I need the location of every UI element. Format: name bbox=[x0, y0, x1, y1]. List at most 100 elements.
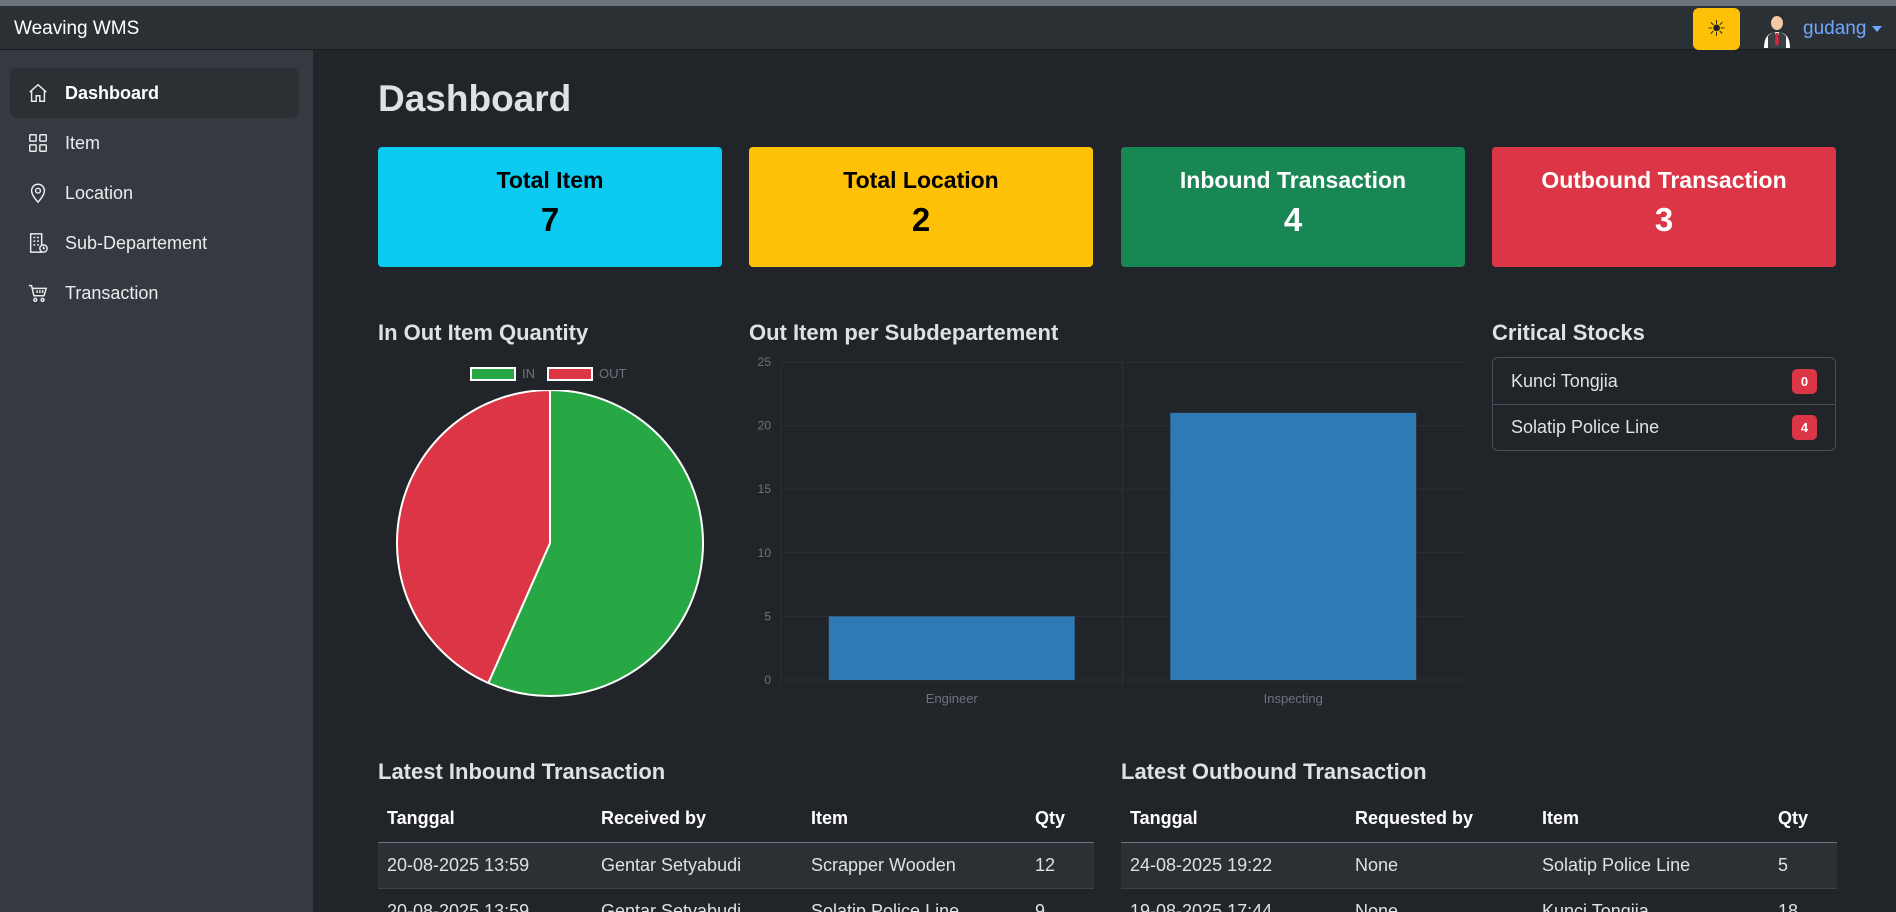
page-title: Dashboard bbox=[378, 78, 572, 119]
table-cell: Kunci Tongjia bbox=[1533, 888, 1769, 912]
column-header: Qty bbox=[1026, 796, 1094, 843]
column-header: Received by bbox=[592, 796, 802, 843]
avatar[interactable] bbox=[1762, 10, 1792, 48]
table-row[interactable]: 20-08-2025 13:59 Gentar Setyabudi Scrapp… bbox=[378, 842, 1094, 889]
bar-inspecting[interactable] bbox=[1170, 412, 1417, 680]
user-name: gudang bbox=[1803, 18, 1867, 39]
critical-stocks-title: Critical Stocks bbox=[1492, 320, 1645, 345]
cart-icon bbox=[28, 284, 48, 303]
sidebar-item-label: Item bbox=[65, 132, 101, 153]
legend-swatch bbox=[470, 366, 516, 381]
pie-chart-title: In Out Item Quantity bbox=[378, 320, 589, 345]
pie-chart bbox=[396, 390, 704, 697]
sidebar-item-label: Location bbox=[65, 182, 134, 203]
stat-label: Inbound Transaction bbox=[1179, 167, 1407, 193]
y-tick-label: 5 bbox=[764, 609, 771, 623]
legend-label: OUT bbox=[599, 366, 627, 381]
table-cell: 9 bbox=[1026, 888, 1094, 912]
stat-label: Total Item bbox=[496, 167, 604, 193]
x-tick-label: Inspecting bbox=[1264, 691, 1323, 706]
user-menu[interactable]: gudang bbox=[1803, 18, 1883, 40]
stat-value: 4 bbox=[1283, 201, 1303, 238]
list-item[interactable]: Kunci Tongjia 0 bbox=[1493, 358, 1835, 404]
sidebar-item-label: Dashboard bbox=[65, 82, 160, 103]
bar-engineer[interactable] bbox=[828, 616, 1075, 680]
x-tick-label: Engineer bbox=[926, 691, 979, 706]
sidebar-item-item[interactable]: Item bbox=[10, 118, 299, 168]
table-cell: 20-08-2025 13:59 bbox=[378, 888, 592, 912]
table-cell: 5 bbox=[1769, 842, 1837, 889]
sidebar-item-location[interactable]: Location bbox=[10, 168, 299, 218]
sidebar: Dashboard Item Location Sub-Departement … bbox=[0, 50, 313, 912]
stat-card-inbound-transaction: Inbound Transaction 4 bbox=[1121, 147, 1465, 267]
column-header: Tanggal bbox=[1121, 796, 1346, 843]
table-cell: None bbox=[1346, 888, 1533, 912]
outbound-table: Tanggal Requested by Item Qty 24-08-2025… bbox=[1121, 796, 1837, 912]
list-item[interactable]: Solatip Police Line 4 bbox=[1493, 404, 1835, 450]
sidebar-item-label: Transaction bbox=[65, 282, 159, 303]
stat-value: 2 bbox=[911, 201, 931, 238]
table-cell: Gentar Setyabudi bbox=[592, 888, 802, 912]
sidebar-item-sub-departement[interactable]: Sub-Departement bbox=[10, 218, 299, 268]
table-cell: Gentar Setyabudi bbox=[592, 842, 802, 889]
column-header: Qty bbox=[1769, 796, 1837, 843]
bar-chart: 0 5 10 15 20 25 Engineer Inspecting bbox=[758, 355, 1464, 706]
top-navbar: Weaving WMS ☀ gudang bbox=[0, 0, 1896, 50]
table-cell: Solatip Police Line bbox=[802, 888, 1026, 912]
column-header: Item bbox=[1533, 796, 1769, 843]
y-tick-label: 25 bbox=[758, 355, 772, 369]
inbound-title: Latest Inbound Transaction bbox=[378, 759, 666, 784]
status-badge: 0 bbox=[1792, 368, 1817, 394]
sidebar-item-dashboard[interactable]: Dashboard bbox=[10, 68, 299, 118]
stat-card-outbound-transaction: Outbound Transaction 3 bbox=[1492, 147, 1836, 267]
inbound-table: Tanggal Received by Item Qty 20-08-2025 … bbox=[378, 796, 1094, 912]
y-tick-label: 15 bbox=[758, 482, 772, 496]
table-cell: None bbox=[1346, 842, 1533, 889]
table-cell: 20-08-2025 13:59 bbox=[378, 842, 592, 889]
table-cell: 24-08-2025 19:22 bbox=[1121, 842, 1346, 889]
table-cell: 19-08-2025 17:44 bbox=[1121, 888, 1346, 912]
table-header-row: Tanggal Requested by Item Qty bbox=[1121, 796, 1837, 843]
bar-chart-title: Out Item per Subdepartement bbox=[749, 320, 1059, 345]
critical-stocks-list: Kunci Tongjia 0 Solatip Police Line 4 bbox=[1492, 357, 1836, 451]
stat-value: 7 bbox=[540, 201, 560, 238]
grid-icon bbox=[29, 134, 47, 152]
table-cell: 12 bbox=[1026, 842, 1094, 889]
stat-value: 3 bbox=[1654, 201, 1674, 238]
status-badge: 4 bbox=[1792, 415, 1817, 440]
chevron-down-icon bbox=[1872, 26, 1883, 32]
table-cell: 18 bbox=[1769, 888, 1837, 912]
column-header: Tanggal bbox=[378, 796, 592, 843]
table-row[interactable]: 19-08-2025 17:44 None Kunci Tongjia 18 bbox=[1121, 888, 1837, 912]
table-row[interactable]: 24-08-2025 19:22 None Solatip Police Lin… bbox=[1121, 842, 1837, 889]
table-row[interactable]: 20-08-2025 13:59 Gentar Setyabudi Solati… bbox=[378, 888, 1094, 912]
stat-label: Total Location bbox=[843, 167, 999, 193]
sun-icon: ☀ bbox=[1706, 16, 1727, 41]
stat-label: Outbound Transaction bbox=[1541, 167, 1787, 193]
map-pin-icon bbox=[30, 183, 46, 204]
sidebar-item-label: Sub-Departement bbox=[65, 232, 208, 253]
critical-item-name: Solatip Police Line bbox=[1511, 417, 1660, 437]
y-tick-label: 10 bbox=[758, 546, 772, 560]
table-cell: Scrapper Wooden bbox=[802, 842, 1026, 889]
legend-swatch bbox=[547, 366, 593, 381]
y-tick-label: 20 bbox=[758, 419, 772, 433]
pie-legend: IN OUT bbox=[470, 366, 632, 381]
column-header: Item bbox=[802, 796, 1026, 843]
home-icon bbox=[29, 83, 47, 102]
table-cell: Solatip Police Line bbox=[1533, 842, 1769, 889]
legend-item-out[interactable]: OUT bbox=[547, 366, 626, 381]
column-header: Requested by bbox=[1346, 796, 1533, 843]
outbound-title: Latest Outbound Transaction bbox=[1121, 759, 1427, 784]
critical-item-name: Kunci Tongjia bbox=[1511, 370, 1618, 391]
stat-card-total-location: Total Location 2 bbox=[749, 147, 1093, 267]
stat-card-total-item: Total Item 7 bbox=[378, 147, 722, 267]
table-header-row: Tanggal Received by Item Qty bbox=[378, 796, 1094, 843]
theme-toggle-button[interactable]: ☀ bbox=[1693, 8, 1740, 50]
app-brand[interactable]: Weaving WMS bbox=[14, 18, 139, 40]
building-icon bbox=[29, 233, 48, 253]
legend-item-in[interactable]: IN bbox=[470, 366, 535, 381]
sidebar-item-transaction[interactable]: Transaction bbox=[10, 268, 299, 318]
legend-label: IN bbox=[522, 366, 535, 381]
y-tick-label: 0 bbox=[764, 673, 771, 687]
